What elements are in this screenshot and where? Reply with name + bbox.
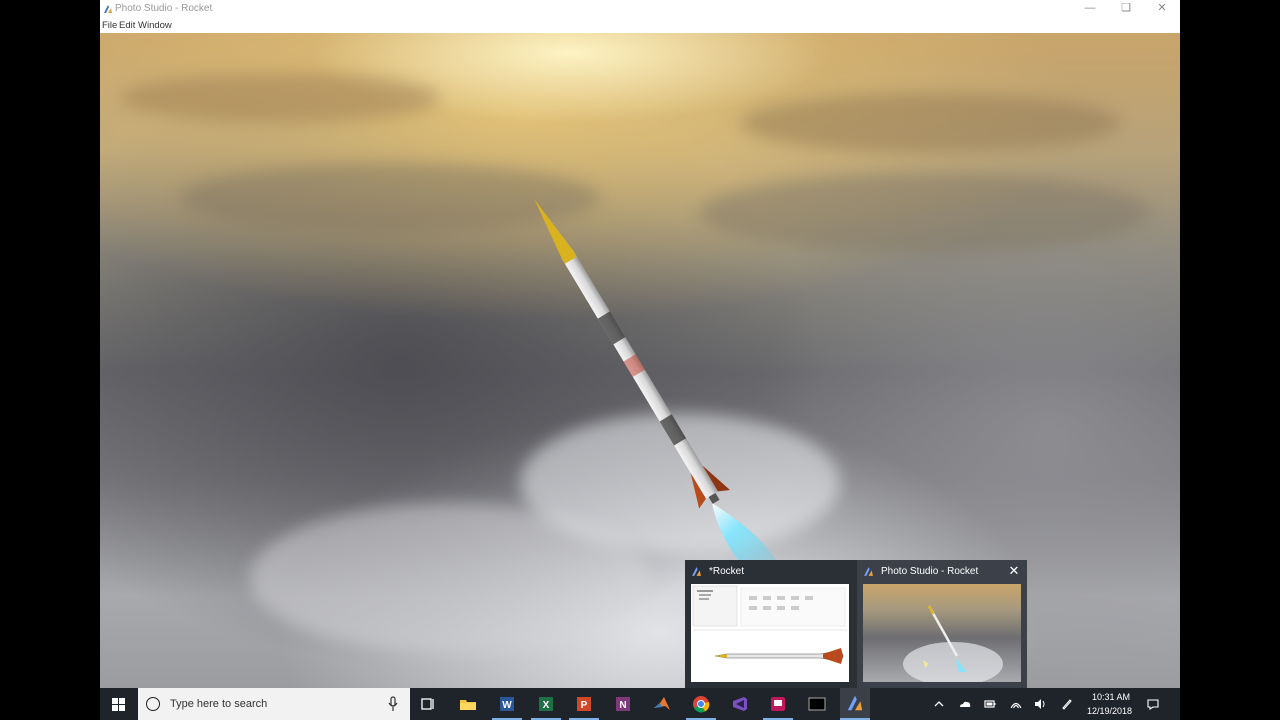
- preview-title: *Rocket: [709, 566, 745, 577]
- close-icon[interactable]: ✕: [1007, 564, 1021, 578]
- file-explorer-icon[interactable]: [458, 694, 478, 714]
- minimize-button[interactable]: —: [1072, 0, 1108, 18]
- battery-icon[interactable]: [983, 697, 997, 711]
- close-button[interactable]: ✕: [1144, 0, 1180, 18]
- cortana-icon: [146, 697, 160, 711]
- rocket-body: [561, 251, 719, 499]
- preview-title: Photo Studio - Rocket: [881, 566, 979, 577]
- terminal-icon[interactable]: [807, 694, 827, 714]
- preview-rocket-designer[interactable]: *Rocket: [685, 560, 855, 688]
- svg-text:W: W: [502, 700, 512, 711]
- photo-studio-icon: [104, 5, 112, 13]
- start-button[interactable]: [100, 688, 138, 720]
- wifi-icon[interactable]: [1009, 697, 1023, 711]
- word-icon[interactable]: W: [497, 694, 517, 714]
- task-view-icon[interactable]: [418, 694, 438, 714]
- svg-text:X: X: [543, 700, 550, 711]
- scene-thumbnail-image: [903, 605, 1003, 682]
- chevron-up-icon[interactable]: [932, 697, 946, 711]
- presentation-app-icon[interactable]: [768, 694, 788, 714]
- preview-thumbnail: [863, 584, 1021, 682]
- photo-studio-icon: [692, 567, 701, 576]
- title-bar[interactable]: Photo Studio - Rocket — ❏ ✕: [100, 0, 1180, 18]
- clock-time[interactable]: 10:31 AM: [1092, 692, 1130, 702]
- active-taskbar-item[interactable]: [840, 688, 870, 720]
- volume-icon[interactable]: [1033, 697, 1047, 711]
- designer-thumbnail-image: [692, 585, 847, 664]
- windows-icon: [112, 698, 125, 711]
- pen-icon[interactable]: [1060, 697, 1074, 711]
- maximize-button[interactable]: ❏: [1108, 0, 1144, 18]
- menu-file[interactable]: File: [102, 20, 117, 31]
- excel-icon[interactable]: X: [536, 694, 556, 714]
- clock-date[interactable]: 12/19/2018: [1087, 706, 1132, 716]
- svg-text:N: N: [619, 700, 626, 711]
- rocket-model: [534, 199, 731, 509]
- matlab-icon[interactable]: [652, 694, 672, 714]
- search-box[interactable]: Type here to search: [138, 688, 410, 720]
- onedrive-icon[interactable]: [958, 697, 972, 711]
- microphone-icon[interactable]: [388, 696, 398, 712]
- preview-thumbnail: [691, 584, 849, 682]
- taskbar-thumbnail-preview: *Rocket Photo Studio - Rocket ✕: [685, 560, 1027, 688]
- onenote-icon[interactable]: N: [613, 694, 633, 714]
- chrome-icon[interactable]: [691, 694, 711, 714]
- menu-window[interactable]: Window: [138, 20, 172, 31]
- rocket-nose-cone: [534, 199, 574, 259]
- window-title: Photo Studio - Rocket: [115, 3, 213, 14]
- photo-studio-icon: [847, 695, 863, 711]
- rocket-exhaust: [712, 503, 778, 563]
- taskbar: Type here to search W X P N 10:31 AM 12/…: [100, 688, 1180, 720]
- search-placeholder: Type here to search: [170, 698, 268, 710]
- menu-edit[interactable]: Edit: [119, 20, 135, 31]
- powerpoint-icon[interactable]: P: [574, 694, 594, 714]
- preview-photo-studio[interactable]: Photo Studio - Rocket ✕: [857, 560, 1027, 688]
- rocket-decal: [597, 311, 626, 345]
- svg-text:P: P: [581, 700, 588, 711]
- notification-icon[interactable]: [1146, 697, 1160, 711]
- menu-bar: File Edit Window: [100, 18, 1180, 33]
- visual-studio-icon[interactable]: [730, 694, 750, 714]
- photo-studio-icon: [864, 567, 873, 576]
